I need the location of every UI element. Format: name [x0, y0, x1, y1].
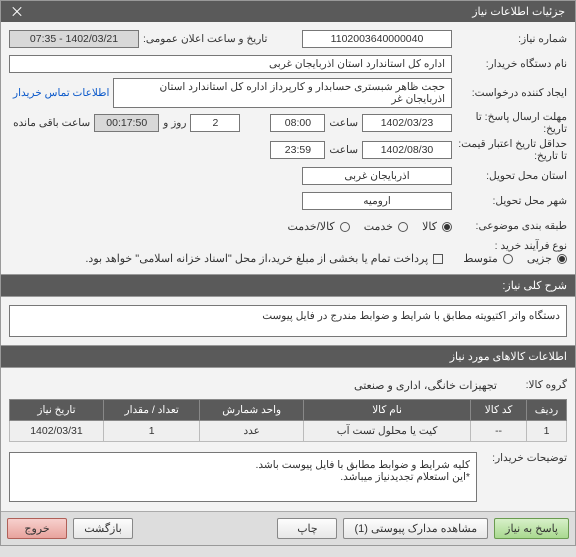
requester-label: ایجاد کننده درخواست: [452, 87, 567, 99]
province-label: استان محل تحویل: [452, 170, 567, 182]
td-unit: عدد [200, 421, 304, 442]
category-label: طبقه بندی موضوعی: [452, 220, 567, 232]
need-details-panel: جزئیات اطلاعات نیاز شماره نیاز: 11020036… [0, 0, 576, 546]
td-row: 1 [527, 421, 567, 442]
remaining-label: ساعت باقی مانده [9, 117, 94, 129]
respond-button[interactable]: پاسخ به نیاز [494, 518, 569, 539]
panel-header: جزئیات اطلاعات نیاز [1, 1, 575, 22]
buyer-notes-text: کلیه شرایط و ضوابط مطابق با فایل پیوست ب… [9, 452, 477, 502]
td-date: 1402/03/31 [10, 421, 104, 442]
th-unit: واحد شمارش [200, 400, 304, 421]
th-qty: تعداد / مقدار [103, 400, 200, 421]
announce-label: تاریخ و ساعت اعلان عمومی: [139, 33, 271, 45]
validity-date: 1402/08/30 [362, 141, 452, 159]
requester-value: حجت ظاهر شبستری حسابدار و کارپرداز اداره… [113, 78, 452, 108]
pay-note-option: پرداخت تمام یا بخشی از مبلغ خرید،از محل … [85, 252, 443, 265]
cat-both-option: کالا/خدمت [287, 220, 349, 233]
proc-medium-option: متوسط [463, 252, 513, 265]
td-name: کیت یا محلول تست آب [303, 421, 470, 442]
goods-table: ردیف کد کالا نام کالا واحد شمارش تعداد /… [9, 399, 567, 442]
radio-empty-icon [503, 254, 513, 264]
need-no-label: شماره نیاز: [452, 33, 567, 45]
panel-title: جزئیات اطلاعات نیاز [472, 5, 565, 18]
exit-button[interactable]: خروج [7, 518, 67, 539]
need-title-header: شرح کلی نیاز: [1, 274, 575, 297]
need-title-area: دستگاه واتر اکتیویته مطابق با شرایط و ضو… [1, 297, 575, 345]
cat-service-option: خدمت [364, 220, 408, 233]
goods-area: گروه کالا: تجهیزات خانگی، اداری و صنعتی … [1, 368, 575, 511]
need-title-text: دستگاه واتر اکتیویته مطابق با شرایط و ضو… [9, 305, 567, 337]
contact-link[interactable]: اطلاعات تماس خریدار [9, 87, 113, 99]
day-and-label: روز و [159, 117, 190, 129]
city-label: شهر محل تحویل: [452, 195, 567, 207]
th-code: کد کالا [471, 400, 527, 421]
footer-bar: پاسخ به نیاز مشاهده مدارک پیوستی (1) چاپ… [1, 511, 575, 545]
time-left: 00:17:50 [94, 114, 159, 132]
radio-empty-icon [340, 222, 350, 232]
process-label: نوع فرآیند خرید : [452, 240, 567, 252]
city-value: ارومیه [302, 192, 452, 210]
back-button[interactable]: بازگشت [73, 518, 133, 539]
category-options: کالا خدمت کالا/خدمت [287, 220, 452, 233]
deadline-label: مهلت ارسال پاسخ: تا تاریخ: [452, 111, 567, 135]
th-date: تاریخ نیاز [10, 400, 104, 421]
buyer-notes-label: توضیحات خریدار: [477, 448, 567, 464]
th-row: ردیف [527, 400, 567, 421]
time-label-2: ساعت [325, 144, 362, 156]
days-left: 2 [190, 114, 240, 132]
print-button[interactable]: چاپ [277, 518, 337, 539]
td-code: -- [471, 421, 527, 442]
th-name: نام کالا [303, 400, 470, 421]
deadline-date: 1402/03/23 [362, 114, 452, 132]
form-area: شماره نیاز: 1102003640000040 تاریخ و ساع… [1, 22, 575, 274]
cat-goods-option: کالا [422, 220, 452, 233]
goods-info-header: اطلاعات کالاهای مورد نیاز [1, 345, 575, 368]
checkbox-icon [433, 254, 443, 264]
attachments-button[interactable]: مشاهده مدارک پیوستی (1) [343, 518, 488, 539]
need-no-value: 1102003640000040 [302, 30, 452, 48]
buyer-label: نام دستگاه خریدار: [452, 58, 567, 70]
buyer-value: اداره کل استاندارد استان اذربایجان غربی [9, 55, 452, 73]
radio-empty-icon [398, 222, 408, 232]
validity-label: حداقل تاریخ اعتبار قیمت: تا تاریخ: [452, 138, 567, 162]
goods-group-label: گروه کالا: [497, 379, 567, 391]
table-row: 1 -- کیت یا محلول تست آب عدد 1 1402/03/3… [10, 421, 567, 442]
process-options: جزیی متوسط پرداخت تمام یا بخشی از مبلغ خ… [85, 252, 567, 265]
td-qty: 1 [103, 421, 200, 442]
table-header-row: ردیف کد کالا نام کالا واحد شمارش تعداد /… [10, 400, 567, 421]
close-icon[interactable] [11, 6, 23, 18]
proc-partial-option: جزیی [527, 252, 567, 265]
goods-group-value: تجهیزات خانگی، اداری و صنعتی [354, 379, 497, 392]
time-label-1: ساعت [325, 117, 362, 129]
deadline-time: 08:00 [270, 114, 325, 132]
validity-time: 23:59 [270, 141, 325, 159]
province-value: اذربایجان غربی [302, 167, 452, 185]
radio-filled-icon [557, 254, 567, 264]
radio-filled-icon [442, 222, 452, 232]
announce-value: 1402/03/21 - 07:35 [9, 30, 139, 48]
